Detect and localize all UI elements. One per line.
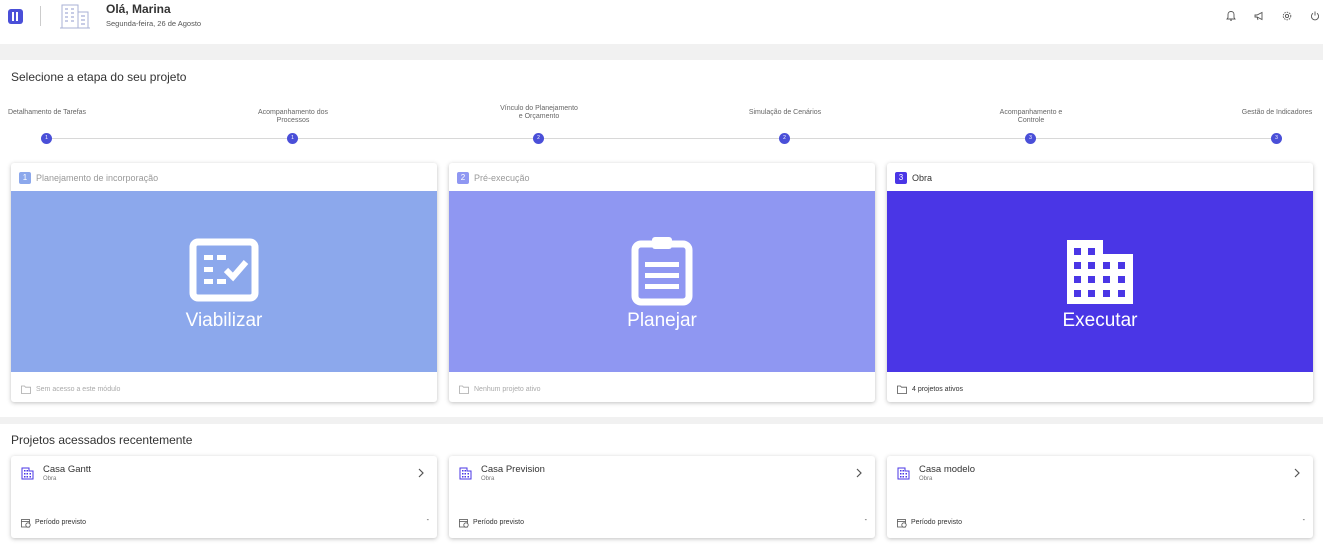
period-label: Período previsto [911,519,962,526]
calendar-clock-icon [897,519,907,528]
period-value: - [864,517,867,524]
card-header: 1 Planejamento de incorporação [19,171,158,185]
stages-section: Selecione a etapa do seu projeto Detalha… [0,60,1323,417]
card-title: Planejamento de incorporação [36,173,159,183]
power-icon[interactable] [1309,10,1321,22]
card-status: 4 projetos ativos [912,386,963,393]
stage-card-pre-execucao[interactable]: 2 Pré-execução Planejar Nenhum projeto a… [449,163,875,402]
calendar-clock-icon [21,519,31,528]
card-banner[interactable]: Planejar [449,191,875,372]
action-label-planejar: Planejar [627,310,697,331]
bell-icon[interactable] [1225,10,1237,22]
stage-card-obra[interactable]: 3 Obra Executar 4 projetos ativos [887,163,1313,402]
clipboard-icon [631,237,693,306]
card-banner[interactable]: Viabilizar [11,191,437,372]
period-value: - [426,517,429,524]
stage-number-badge: 2 [457,172,469,184]
stage-number-badge: 3 [895,172,907,184]
step-label-gestao: Gestão de Indicadores [1241,109,1313,116]
card-status: Nenhum projeto ativo [474,386,541,393]
folder-icon [459,385,469,394]
step-dot[interactable]: 3 [1025,133,1036,144]
project-card-casa-modelo[interactable]: Casa modelo Obra Período previsto - [887,456,1313,538]
period-label: Período previsto [35,519,86,526]
stages-section-title: Selecione a etapa do seu projeto [11,70,187,84]
folder-icon [897,385,907,394]
chevron-right-icon[interactable] [417,467,425,479]
project-name: Casa Prevision [481,464,545,475]
period-label: Período previsto [473,519,524,526]
card-status: Sem acesso a este módulo [36,386,121,393]
project-card-casa-prevision[interactable]: Casa Prevision Obra Período previsto - [449,456,875,538]
folder-icon [21,385,31,394]
step-dot[interactable]: 3 [1271,133,1282,144]
gear-icon[interactable] [1281,10,1293,22]
checklist-icon [189,238,259,302]
project-type: Obra [481,476,495,482]
period-value: - [1302,517,1305,524]
card-header: 2 Pré-execução [457,171,530,185]
project-type: Obra [43,476,57,482]
project-name: Casa Gantt [43,464,92,475]
step-label-acompanhamento-controle: Acompanhamento e Controle [999,109,1063,124]
building-icon [897,467,910,480]
project-type: Obra [919,476,933,482]
action-label-viabilizar: Viabilizar [185,310,263,331]
step-dot[interactable]: 2 [533,133,544,144]
project-card-casa-gantt[interactable]: Casa Gantt Obra Período previsto - [11,456,437,538]
step-label-vinculo: Vínculo do Planejamento e Orçamento [500,105,578,120]
card-title: Pré-execução [474,173,530,183]
step-label-detalhamento: Detalhamento de Tarefas [7,109,87,116]
stage-card-planejamento-incorporacao[interactable]: 1 Planejamento de incorporação Viabiliza… [11,163,437,402]
header-divider [40,6,41,26]
card-footer: 4 projetos ativos [897,385,963,394]
chevron-right-icon[interactable] [855,467,863,479]
card-footer: Nenhum projeto ativo [459,385,541,394]
action-label-executar: Executar [1062,310,1138,331]
stage-number-badge: 1 [19,172,31,184]
card-banner[interactable]: Executar [887,191,1313,372]
stepper-track [46,138,1277,139]
step-label-acompanhamento-processos: Acompanhamento dos Processos [257,109,329,124]
app-logo[interactable] [8,9,23,24]
building-icon [21,467,34,480]
building-icon [1067,240,1133,304]
project-name: Casa modelo [919,464,975,475]
step-dot[interactable]: 2 [779,133,790,144]
step-dot[interactable]: 1 [41,133,52,144]
step-label-simulacao: Simulação de Cenários [748,109,822,116]
megaphone-icon[interactable] [1253,10,1265,22]
greeting-text: Olá, Marina [106,2,171,16]
top-header: Olá, Marina Segunda-feira, 26 de Agosto [0,0,1323,44]
recent-projects-section: Projetos acessados recentemente Casa Gan… [0,424,1323,544]
building-icon [459,467,472,480]
card-footer: Sem acesso a este módulo [21,385,120,394]
chevron-right-icon[interactable] [1293,467,1301,479]
calendar-clock-icon [459,519,469,528]
card-title: Obra [912,173,933,183]
company-building-icon [60,4,90,29]
step-dot[interactable]: 1 [287,133,298,144]
card-header: 3 Obra [895,171,932,185]
recent-section-title: Projetos acessados recentemente [11,433,193,447]
current-date: Segunda-feira, 26 de Agosto [106,19,202,28]
